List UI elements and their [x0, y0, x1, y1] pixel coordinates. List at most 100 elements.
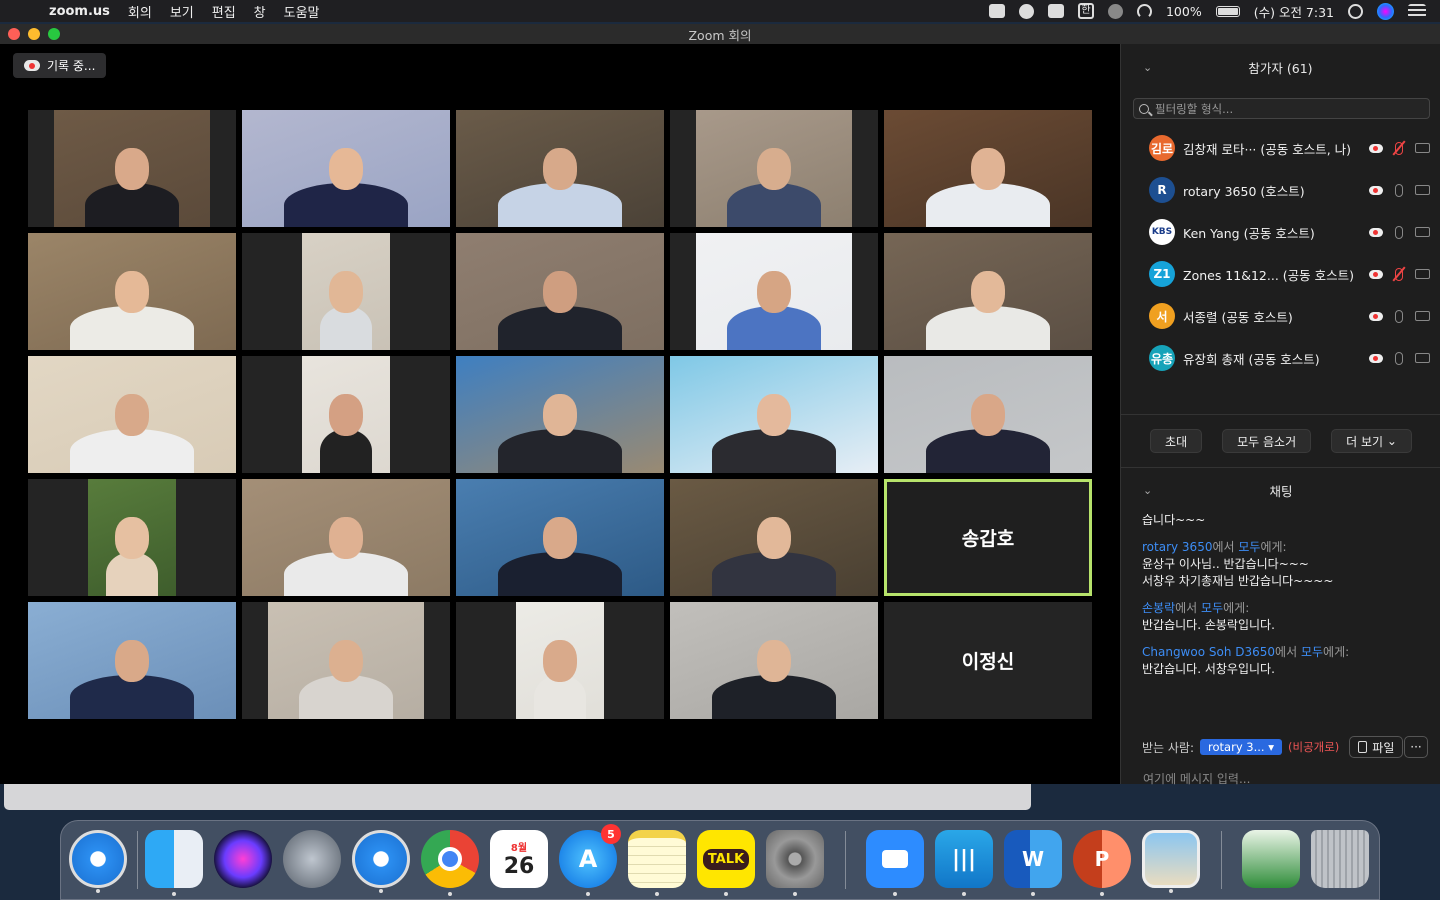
chat-sender[interactable]: rotary 3650 — [1142, 540, 1212, 554]
file-button[interactable]: 파일 — [1349, 736, 1404, 758]
system-preferences-icon[interactable] — [766, 830, 824, 896]
participant-row[interactable]: 서 서종렬 (공동 호스트) — [1121, 295, 1440, 337]
calendar-icon[interactable]: 8월 26 — [490, 830, 548, 888]
background-window[interactable] — [4, 784, 1031, 810]
video-tile[interactable] — [456, 110, 664, 227]
app-store-icon[interactable]: A5 — [559, 824, 621, 896]
video-tile[interactable] — [28, 602, 236, 719]
zoom-icon[interactable] — [866, 830, 924, 896]
chrome-icon[interactable] — [421, 830, 479, 896]
invite-button[interactable]: 초대 — [1150, 429, 1203, 453]
video-tile[interactable] — [670, 356, 878, 473]
video-tile[interactable] — [884, 110, 1092, 227]
mic-icon[interactable] — [1395, 183, 1403, 197]
video-tile[interactable] — [242, 479, 450, 596]
video-tile[interactable] — [456, 233, 664, 350]
siri-app-icon[interactable] — [214, 830, 272, 888]
word-icon[interactable]: W — [1004, 830, 1062, 896]
video-tile[interactable] — [28, 356, 236, 473]
fullscreen-window-button[interactable] — [48, 28, 60, 40]
menu-meeting[interactable]: 회의 — [119, 2, 161, 21]
menu-view[interactable]: 보기 — [161, 2, 203, 21]
menu-edit[interactable]: 편집 — [203, 2, 245, 21]
chat-sender[interactable]: 손봉락 — [1142, 601, 1175, 615]
chat-sender[interactable]: Changwoo Soh D3650 — [1142, 645, 1275, 659]
video-tile[interactable] — [670, 233, 878, 350]
participant-row[interactable]: KBS Ken Yang (공동 호스트) — [1121, 211, 1440, 253]
menu-help[interactable]: 도움말 — [275, 2, 329, 21]
notes-icon[interactable] — [628, 830, 686, 896]
video-tile[interactable] — [242, 602, 450, 719]
video-tile[interactable] — [242, 233, 450, 350]
finder-icon[interactable] — [145, 830, 203, 896]
video-tile[interactable] — [884, 233, 1092, 350]
more-button[interactable]: 더 보기 ⌄ — [1331, 429, 1412, 453]
notification-center-icon[interactable] — [1408, 4, 1426, 18]
trash-icon[interactable] — [1311, 830, 1369, 888]
participant-row[interactable]: Rrotary 3650 (호스트) — [1121, 169, 1440, 211]
camera-icon[interactable] — [1415, 311, 1430, 321]
camera-icon[interactable] — [1415, 143, 1430, 153]
video-tile[interactable] — [242, 356, 450, 473]
zoom-status-icon[interactable] — [988, 4, 1005, 18]
mute-all-button[interactable]: 모두 음소거 — [1222, 429, 1312, 453]
chevron-down-icon[interactable]: ⌄ — [1143, 61, 1152, 74]
camera-icon[interactable] — [1415, 185, 1430, 195]
participant-row[interactable]: 유총 유장희 총재 (공동 호스트) — [1121, 337, 1440, 379]
bluetooth-icon[interactable] — [1107, 3, 1123, 19]
recording-indicator[interactable]: 기록 중... — [13, 53, 107, 78]
spotlight-search-icon[interactable] — [1348, 3, 1363, 19]
participant-row[interactable]: Z1 Zones 11&12... (공동 호스트) — [1121, 253, 1440, 295]
send-to-select[interactable]: rotary 3... ▾ — [1200, 739, 1282, 755]
cloud-upload-icon[interactable] — [1018, 3, 1034, 19]
hancom-icon[interactable]: ||| — [935, 830, 993, 896]
video-tile[interactable] — [884, 356, 1092, 473]
mic-icon[interactable] — [1395, 225, 1403, 239]
kakaotalk-icon[interactable]: TALK — [697, 830, 755, 896]
excel-document-icon[interactable] — [1242, 830, 1300, 888]
close-window-button[interactable] — [8, 28, 20, 40]
powerpoint-icon[interactable]: P — [1073, 830, 1131, 896]
clock[interactable]: (수) 오전 7:31 — [1254, 2, 1334, 21]
menu-app-name[interactable]: zoom.us — [40, 4, 119, 19]
video-tile[interactable] — [670, 110, 878, 227]
video-tile[interactable] — [28, 479, 236, 596]
mic-muted-icon[interactable] — [1395, 141, 1403, 155]
window-layout-icon[interactable] — [1047, 4, 1064, 18]
chat-input[interactable]: 여기에 메시지 입력... — [1143, 770, 1250, 787]
video-tile[interactable]: 이정신 — [884, 602, 1092, 719]
minimize-window-button[interactable] — [28, 28, 40, 40]
chat-recipient[interactable]: 모두 — [1201, 601, 1223, 615]
safari-icon[interactable] — [69, 830, 127, 893]
mic-icon[interactable] — [1395, 309, 1403, 323]
camera-icon[interactable] — [1415, 269, 1430, 279]
chat-messages[interactable]: 습니다~~~ rotary 3650에서 모두에게: 윤상구 이사님.. 반갑습니… — [1142, 512, 1432, 722]
camera-icon[interactable] — [1415, 353, 1430, 363]
preview-icon[interactable] — [1142, 830, 1200, 893]
video-tile[interactable] — [242, 110, 450, 227]
menu-window[interactable]: 창 — [245, 2, 275, 21]
mic-muted-icon[interactable] — [1395, 267, 1403, 281]
wifi-icon[interactable] — [1136, 3, 1152, 19]
launchpad-icon[interactable] — [283, 830, 341, 888]
video-tile[interactable] — [28, 110, 236, 227]
mic-icon[interactable] — [1395, 351, 1403, 365]
video-tile[interactable] — [670, 602, 878, 719]
video-tile[interactable] — [456, 602, 664, 719]
title-bar[interactable]: Zoom 회의 — [0, 24, 1440, 44]
participant-filter-input[interactable]: 필터링할 형식... — [1133, 98, 1430, 119]
safari-icon-2[interactable] — [352, 830, 410, 893]
video-tile[interactable] — [456, 356, 664, 473]
video-tile[interactable] — [670, 479, 878, 596]
battery-icon[interactable] — [1215, 5, 1240, 17]
chevron-down-icon[interactable]: ⌄ — [1143, 484, 1152, 497]
siri-icon[interactable] — [1377, 2, 1394, 20]
video-tile[interactable] — [28, 233, 236, 350]
chat-recipient[interactable]: 모두 — [1238, 540, 1260, 554]
chat-recipient[interactable]: 모두 — [1301, 645, 1323, 659]
video-tile[interactable]: 송갑호 — [884, 479, 1092, 596]
video-tile[interactable] — [456, 479, 664, 596]
camera-icon[interactable] — [1415, 227, 1430, 237]
participant-row[interactable]: 김로 김창재 로타··· (공동 호스트, 나) — [1121, 127, 1440, 169]
chat-more-button[interactable]: ··· — [1404, 736, 1428, 758]
